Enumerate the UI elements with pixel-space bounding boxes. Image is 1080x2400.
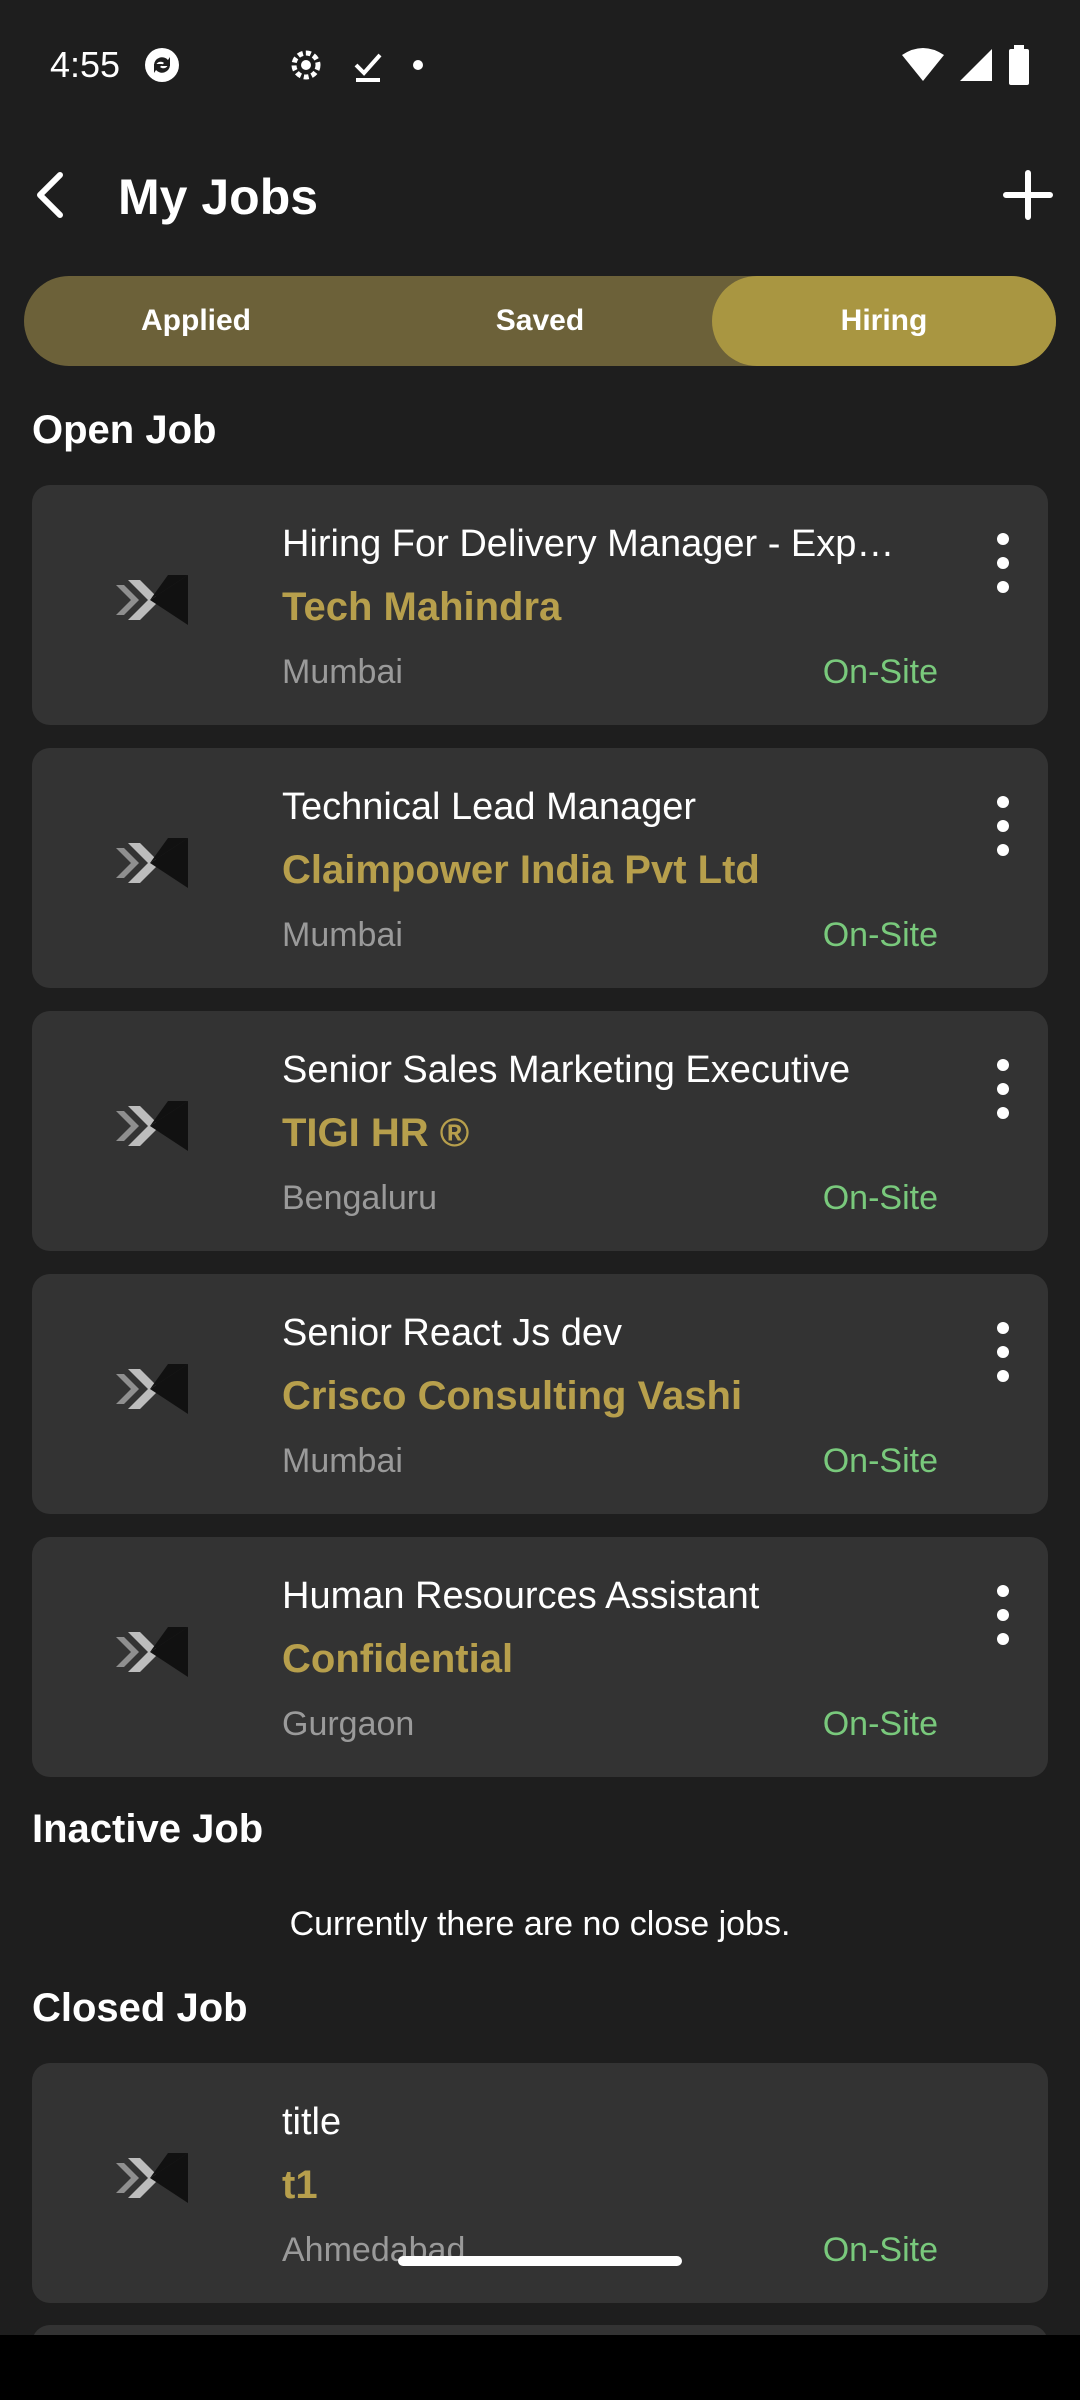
- job-title: title: [282, 2101, 342, 2143]
- job-title: Senior Sales Marketing Executive: [282, 1049, 851, 1091]
- more-options-icon[interactable]: [988, 1059, 1018, 1119]
- company-logo-icon: [88, 535, 218, 665]
- back-arrow-icon: [37, 172, 63, 218]
- job-card[interactable]: Senior React Js dev Crisco Consulting Vas…: [32, 1274, 1048, 1514]
- app-bar: My Jobs: [0, 140, 1080, 250]
- job-company: TIGI HR ®: [282, 1111, 470, 1155]
- job-type-badge: On-Site: [822, 1179, 938, 1217]
- job-location: Mumbai: [282, 916, 403, 954]
- job-tabs: Applied Saved Hiring: [24, 276, 1056, 366]
- job-card[interactable]: Senior Sales Marketing Executive TIGI HR …: [32, 1011, 1048, 1251]
- add-job-button[interactable]: [998, 165, 1058, 225]
- download-done-icon: [354, 53, 382, 82]
- sync-icon: [145, 48, 180, 82]
- settings-icon: [291, 50, 321, 80]
- company-logo-icon: [88, 1061, 218, 1191]
- tab-hiring[interactable]: Hiring: [712, 276, 1056, 366]
- wifi-icon: [902, 48, 944, 81]
- job-company: Tech Mahindra: [282, 585, 562, 629]
- closed-job-heading: Closed Job: [32, 1986, 248, 2030]
- company-logo-icon: [88, 1324, 218, 1454]
- job-company: t1: [282, 2163, 318, 2207]
- tab-saved[interactable]: Saved: [368, 276, 712, 366]
- status-bar: 4:55: [0, 0, 1080, 130]
- inactive-job-heading: Inactive Job: [32, 1807, 264, 1851]
- more-options-icon[interactable]: [988, 1585, 1018, 1645]
- job-card[interactable]: Human Resources Assistant Confidential Gur…: [32, 1537, 1048, 1777]
- back-button[interactable]: [22, 165, 82, 225]
- job-type-badge: On-Site: [822, 1705, 938, 1743]
- more-options-icon[interactable]: [988, 796, 1018, 856]
- job-title: Technical Lead Manager: [282, 786, 697, 828]
- job-location: Mumbai: [282, 1442, 403, 1480]
- job-card[interactable]: Technical Lead Manager Claimpower India P…: [32, 748, 1048, 988]
- job-title: Senior React Js dev: [282, 1312, 623, 1354]
- job-type-badge: On-Site: [822, 653, 938, 691]
- job-company: Confidential: [282, 1637, 514, 1681]
- dot-icon: [413, 60, 424, 70]
- company-logo-icon: [88, 1587, 218, 1717]
- page-title: My Jobs: [118, 169, 319, 225]
- job-type-badge: On-Site: [822, 2231, 938, 2269]
- home-gesture-handle[interactable]: [398, 2256, 682, 2266]
- company-logo-icon: [88, 798, 218, 928]
- job-card[interactable]: title t1 Ahmedabad On-Site: [32, 2063, 1048, 2303]
- job-company: Claimpower India Pvt Ltd: [282, 848, 760, 892]
- company-logo-icon: [88, 2113, 218, 2243]
- job-title: Hiring For Delivery Manager - Exp…: [282, 523, 895, 565]
- job-type-badge: On-Site: [822, 1442, 938, 1480]
- job-title: Human Resources Assistant: [282, 1575, 760, 1617]
- signal-icon: [960, 49, 992, 81]
- navigation-bar: [0, 2335, 1080, 2400]
- job-location: Mumbai: [282, 653, 403, 691]
- status-time: 4:55: [50, 44, 121, 85]
- job-location: Gurgaon: [282, 1705, 415, 1743]
- battery-icon: [1009, 45, 1029, 85]
- plus-icon: [1003, 170, 1053, 220]
- job-card[interactable]: Hiring For Delivery Manager - Exp… Tech M…: [32, 485, 1048, 725]
- job-company: Crisco Consulting Vashi: [282, 1374, 743, 1418]
- job-location: Bengaluru: [282, 1179, 438, 1217]
- open-job-heading: Open Job: [32, 408, 217, 452]
- more-options-icon[interactable]: [988, 533, 1018, 593]
- tab-applied[interactable]: Applied: [24, 276, 368, 366]
- more-options-icon[interactable]: [988, 1322, 1018, 1382]
- job-type-badge: On-Site: [822, 916, 938, 954]
- inactive-empty-message: Currently there are no close jobs.: [289, 1905, 791, 1943]
